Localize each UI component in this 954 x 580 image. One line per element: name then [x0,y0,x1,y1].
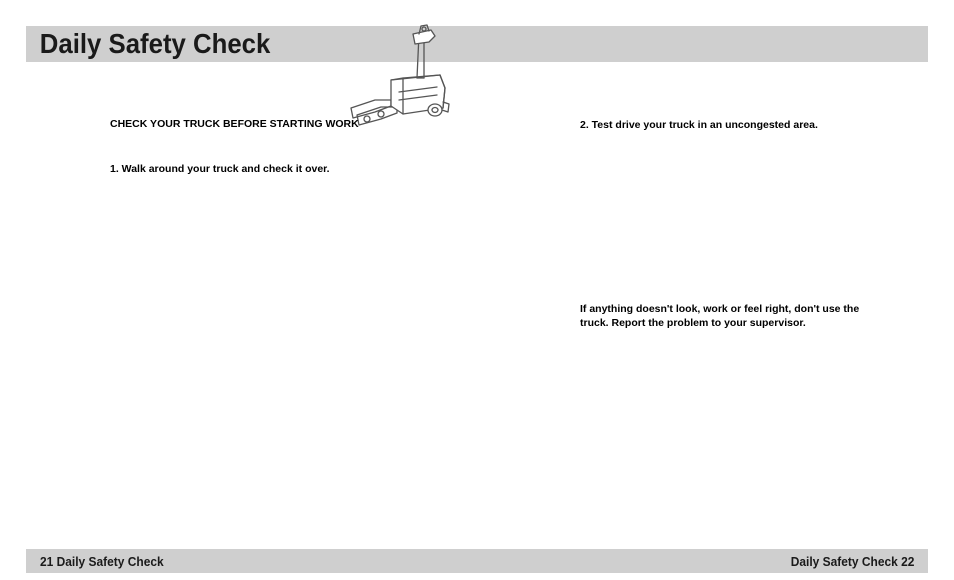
document-spread: Daily Safety Check [0,0,954,580]
left-column: CHECK YOUR TRUCK BEFORE STARTING WORK 1.… [110,118,440,176]
footer-left: 21 Daily Safety Check [40,554,164,569]
header-band: Daily Safety Check [26,26,928,62]
step-1: 1. Walk around your truck and check it o… [110,162,440,176]
pallet-truck-illustration [345,20,455,130]
section-subhead: CHECK YOUR TRUCK BEFORE STARTING WORK [110,118,440,130]
step-2: 2. Test drive your truck in an uncongest… [580,118,890,132]
page-title: Daily Safety Check [26,28,270,60]
right-column: 2. Test drive your truck in an uncongest… [580,118,890,331]
warning-text: If anything doesn't look, work or feel r… [580,302,890,330]
footer-right: Daily Safety Check 22 [790,554,914,569]
footer-band: 21 Daily Safety Check Daily Safety Check… [26,549,928,573]
